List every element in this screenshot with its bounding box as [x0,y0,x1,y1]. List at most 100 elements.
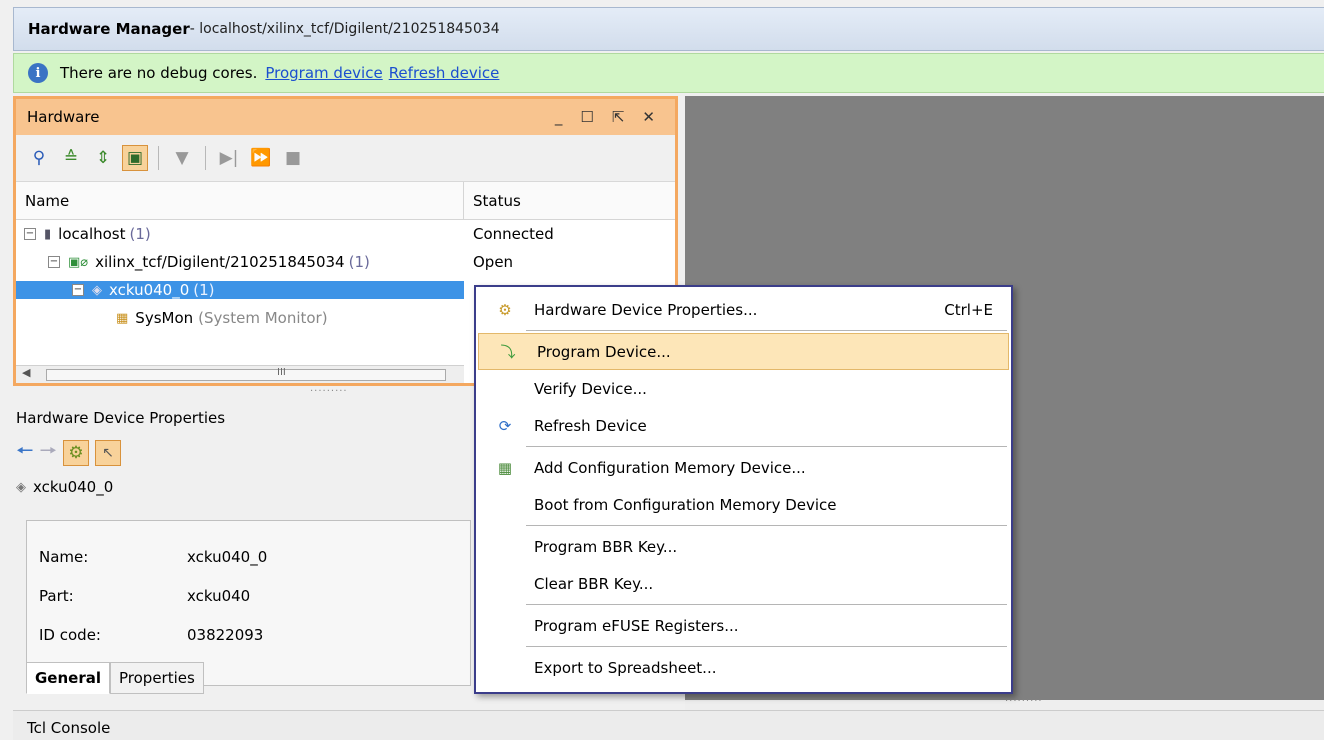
info-message: There are no debug cores. [60,64,258,82]
menu-item-refresh-device[interactable]: ⟳ Refresh Device [476,407,1011,444]
properties-toolbar: 🠔 🠖 ⚙ ↖ [13,438,473,468]
download-icon[interactable]: ▼ [169,145,195,171]
tcl-console-header[interactable]: Tcl Console [13,710,1324,740]
stop-icon[interactable]: ■ [280,145,306,171]
tree-label: xcku040_0 [109,281,190,299]
refresh-icon: ⟳ [498,416,512,435]
menu-separator [526,525,1007,526]
properties-title: Hardware Device Properties [16,409,226,427]
column-name[interactable]: Name [16,182,464,219]
menu-item-add-configuration-memory[interactable]: ▦ Add Configuration Memory Device... [476,449,1011,486]
property-value: xcku040_0 [187,547,268,566]
menu-item-label: Program BBR Key... [534,537,678,556]
property-row: Name: xcku040_0 [27,537,470,576]
collapse-all-icon[interactable]: ≙ [58,145,84,171]
property-row: ID code: 03822093 [27,615,470,654]
fpga-chip-icon: ◈ [92,282,102,298]
back-arrow-icon[interactable]: 🠔 [16,436,34,470]
server-icon: ▮ [44,226,52,242]
search-icon[interactable]: ⚲ [26,145,52,171]
pointer-icon[interactable]: ↖ [95,440,121,466]
tab-properties[interactable]: Properties [110,662,204,694]
horizontal-scrollbar[interactable]: ◀ III [16,365,464,383]
fpga-chip-icon: ◈ [16,479,26,495]
property-key: ID code: [39,625,101,644]
collapse-toggle-icon[interactable]: − [24,228,36,240]
scroll-left-icon[interactable]: ◀ [22,366,30,379]
tab-general[interactable]: General [26,662,110,694]
menu-item-label: Export to Spreadsheet... [534,658,717,677]
tree-extra: (System Monitor) [198,309,328,327]
run-icon[interactable]: ⏩ [248,145,274,171]
device-properties-panel: Hardware Device Properties 🠔 🠖 ⚙ ↖ ◈ xck… [13,398,473,700]
menu-item-label: Program eFUSE Registers... [534,616,739,635]
hardware-toolbar: ⚲ ≙ ⇕ ▣ ▼ ▶| ⏩ ■ [16,135,675,182]
menu-separator [526,604,1007,605]
menu-item-program-device[interactable]: ⤵ Program Device... [478,333,1009,370]
menu-item-label: Refresh Device [534,416,647,435]
splitter-grip[interactable]: ········· [1005,696,1043,707]
context-menu: ⚙ Hardware Device Properties... Ctrl+E ⤵… [474,285,1013,694]
panel-splitter-grip[interactable]: ········· [310,386,348,397]
menu-item-label: Program Device... [537,342,671,361]
window-title-bar: Hardware Manager - localhost/xilinx_tcf/… [13,7,1324,51]
auto-connect-icon[interactable]: ▣ [122,145,148,171]
memory-icon: ▦ [497,458,513,477]
selected-device-name: xcku040_0 [33,478,114,496]
column-status[interactable]: Status [464,182,675,219]
tree-status: Open [473,253,514,271]
expand-all-icon[interactable]: ⇕ [90,145,116,171]
menu-item-program-bbr-key[interactable]: Program BBR Key... [476,528,1011,565]
properties-icon: ⚙ [498,300,512,319]
menu-item-boot-from-configuration-memory[interactable]: Boot from Configuration Memory Device [476,486,1011,523]
property-value: xcku040 [187,586,251,605]
scroll-grip: III [277,367,286,378]
float-icon[interactable]: ⇱ [612,108,625,126]
menu-item-label: Hardware Device Properties... [534,300,758,319]
horizontal-splitter[interactable]: ········· [685,696,1324,710]
refresh-device-link[interactable]: Refresh device [389,64,500,82]
menu-item-verify-device[interactable]: Verify Device... [476,370,1011,407]
menu-item-label: Boot from Configuration Memory Device [534,495,837,514]
minimize-icon[interactable]: _ [555,108,563,126]
property-value: 03822093 [187,625,264,644]
forward-arrow-icon[interactable]: 🠖 [40,436,58,470]
step-icon[interactable]: ▶| [216,145,242,171]
board-icon: ▣⌀ [68,254,89,270]
tree-status: Connected [473,225,554,243]
tree-row-localhost[interactable]: − ▮ localhost (1) Connected [16,220,675,248]
menu-item-hardware-device-properties[interactable]: ⚙ Hardware Device Properties... Ctrl+E [476,291,1011,328]
menu-item-shortcut: Ctrl+E [944,300,993,319]
hardware-panel-title: Hardware [27,108,100,126]
tree-row-target[interactable]: − ▣⌀ xilinx_tcf/Digilent/210251845034 (1… [16,248,675,276]
program-icon: ⤵ [500,343,516,361]
collapse-toggle-icon[interactable]: − [72,284,84,296]
menu-item-clear-bbr-key[interactable]: Clear BBR Key... [476,565,1011,602]
properties-tabs: General Properties [26,662,204,694]
collapse-toggle-icon[interactable]: − [48,256,60,268]
close-icon[interactable]: ✕ [642,108,655,126]
menu-item-export-to-spreadsheet[interactable]: Export to Spreadsheet... [476,649,1011,686]
toolbar-divider [205,146,206,170]
tree-header: Name Status [16,182,675,220]
tree-label: xilinx_tcf/Digilent/210251845034 [95,253,345,271]
tree-count: (1) [193,281,215,299]
info-banner: i There are no debug cores. Program devi… [13,53,1324,93]
property-row: Part: xcku040 [27,576,470,615]
scroll-thumb[interactable]: III [46,367,446,381]
selected-device: ◈ xcku040_0 [13,468,473,506]
tree-label: SysMon [135,309,194,327]
menu-item-label: Add Configuration Memory Device... [534,458,806,477]
maximize-icon[interactable]: ☐ [580,108,593,126]
window-path: - localhost/xilinx_tcf/Digilent/21025184… [189,21,500,37]
program-device-link[interactable]: Program device [265,64,382,82]
menu-item-label: Verify Device... [534,379,647,398]
menu-separator [526,446,1007,447]
info-icon: i [28,63,48,83]
tree-count: (1) [129,225,151,243]
menu-item-program-efuse-registers[interactable]: Program eFUSE Registers... [476,607,1011,644]
tcl-console-title: Tcl Console [27,719,111,737]
device-settings-icon[interactable]: ⚙ [63,440,89,466]
toolbar-divider [158,146,159,170]
sysmon-icon: ▦ [116,310,129,326]
